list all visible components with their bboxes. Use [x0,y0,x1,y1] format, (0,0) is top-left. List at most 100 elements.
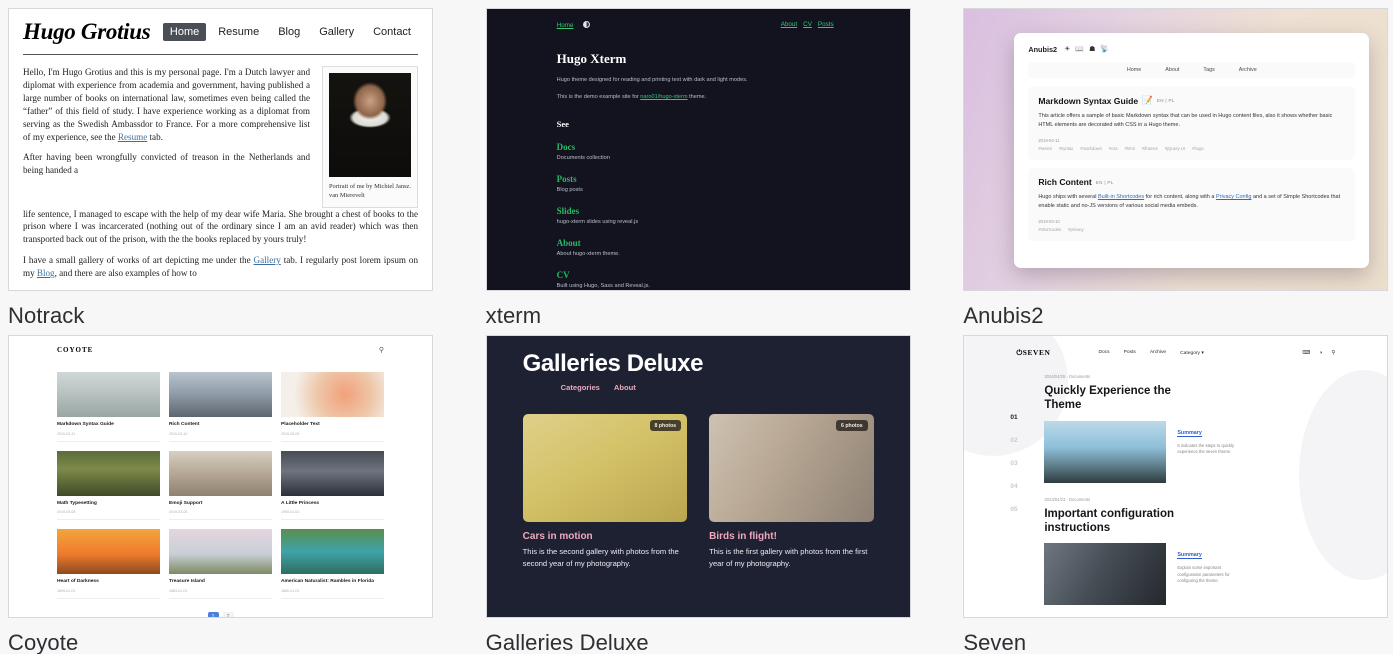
github-icon[interactable]: ☗ [1089,46,1095,53]
xterm-section-about[interactable]: About About hugo-xterm theme. [557,238,840,257]
search-icon[interactable]: ⚲ [1331,350,1335,356]
theme-preview-notrack[interactable]: Hugo Grotius Home Resume Blog Gallery Co… [8,8,433,291]
gallery-card[interactable]: 6 photos Birds in flight! This is the fi… [709,414,874,571]
list-item[interactable]: A Little Princess 1905-01-01 [281,450,384,521]
tag[interactable]: #hugo [1192,146,1204,151]
nav-item-about[interactable]: About [781,21,797,28]
nav-item-about[interactable]: About [614,383,636,392]
sun-icon[interactable]: ☀ [1064,46,1070,53]
post-image[interactable] [1044,420,1167,483]
card-title[interactable]: A Little Princess [281,501,384,508]
privacy-config-link[interactable]: Privacy Config [1216,194,1251,200]
nav-item-archive[interactable]: Archive [1150,350,1166,356]
post-title[interactable]: Rich Content EN | PL [1038,177,1345,187]
seven-post[interactable]: 2023/04/23 · Documents Important configu… [1044,497,1341,605]
list-item[interactable]: Emoji Support 2019-03-05 [169,450,272,521]
book-icon[interactable]: 📖 [1075,46,1084,53]
card-title[interactable]: Markdown Syntax Guide [57,422,160,429]
rail-number[interactable]: 05 [1010,506,1044,513]
gallery-card[interactable]: 8 photos Cars in motion This is the seco… [522,414,688,571]
repo-link[interactable]: naro01/hugo-xterm [640,94,687,100]
gallery-image[interactable]: 6 photos [709,414,874,522]
shortcodes-link[interactable]: Built-in Shortcodes [1098,194,1144,200]
rail-number[interactable]: 04 [1010,483,1044,490]
list-item[interactable]: Heart of Darkness 1899-01-01 [57,529,160,599]
theme-cell-seven[interactable]: ⏻SEVEN Docs Posts Archive Category ▾ ⌨ ◑… [963,335,1393,654]
theme-preview-anubis2[interactable]: Anubis2 ☀ 📖 ☗ 📡 Home About Tags Archive [963,8,1389,291]
tag[interactable]: #iframes [1142,146,1158,151]
nav-item-home[interactable]: Home [1127,67,1141,73]
gallery-image[interactable]: 8 photos [522,414,688,522]
tag[interactable]: #privacy [1068,227,1084,232]
post-image[interactable] [1044,543,1167,605]
section-title[interactable]: Posts [557,174,840,184]
summary-label[interactable]: Summary [1177,552,1202,559]
list-item[interactable]: Markdown Syntax Guide 2019-03-11 [57,372,160,442]
rail-number[interactable]: 03 [1010,460,1044,467]
nav-item-posts[interactable]: Posts [1124,350,1136,356]
section-title[interactable]: CV [557,270,840,280]
seven-toolbar[interactable]: ⌨ ◑ ⚲ [1302,350,1335,356]
theme-preview-galleries-deluxe[interactable]: Galleries Deluxe Categories About 8 phot… [485,335,911,618]
post-languages[interactable]: EN | PL [1096,180,1114,185]
rail-number[interactable]: 02 [1010,437,1044,444]
tag[interactable]: #series [1038,146,1052,151]
post-title[interactable]: Important configuration instructions [1044,507,1194,536]
galleries-nav[interactable]: Categories About [523,383,874,392]
search-icon[interactable]: ⚲ [379,346,384,354]
theme-cell-coyote[interactable]: COYOTE ⚲ Markdown Syntax Guide 2019-03-11… [8,335,438,654]
post-title[interactable]: Quickly Experience the Theme [1044,384,1194,413]
gallery-title[interactable]: Birds in flight! [709,531,874,542]
nav-item-posts[interactable]: Posts [818,21,834,28]
resume-link[interactable]: Resume [118,132,147,142]
nav-item-home[interactable]: Home [162,23,207,41]
list-item[interactable]: Rich Content 2019-03-10 [169,372,272,442]
page-button-2[interactable]: 2 [222,611,234,617]
translate-icon[interactable]: ⌨ [1302,350,1310,356]
card-title[interactable]: Rich Content [169,422,272,429]
tag[interactable]: #html [1125,146,1135,151]
blog-link[interactable]: Blog [37,268,55,278]
list-item[interactable]: Placeholder Text 2019-03-09 [281,372,384,442]
nav-item-about[interactable]: About [1165,67,1179,73]
seven-post[interactable]: 2024/04/25 · Documents Quickly Experienc… [1044,374,1341,483]
post-tags[interactable]: #series #syntax #markdown #css #html #if… [1038,146,1345,151]
nav-item-cv[interactable]: CV [803,21,812,28]
post-languages[interactable]: EN | PL [1157,98,1175,103]
rss-icon[interactable]: 📡 [1100,46,1109,53]
anubis2-nav[interactable]: Home About Tags Archive [1028,62,1356,78]
tag[interactable]: #jQuery-UI [1165,146,1185,151]
nav-item-gallery[interactable]: Gallery [312,23,361,41]
card-title[interactable]: American Naturalist: Rambles in Florida [281,579,384,586]
xterm-nav-left[interactable]: Home [557,21,591,29]
list-item[interactable]: American Naturalist: Rambles in Florida 1… [281,529,384,599]
nav-item-docs[interactable]: Docs [1098,350,1109,356]
theme-icon[interactable]: ◑ [1319,350,1322,356]
xterm-section-docs[interactable]: Docs Documents collection [557,142,840,161]
nav-item-blog[interactable]: Blog [271,23,307,41]
anubis2-post-card[interactable]: Rich Content EN | PL Hugo ships with sev… [1028,168,1356,242]
nav-item-category[interactable]: Category ▾ [1180,350,1204,356]
card-title[interactable]: Placeholder Text [281,422,384,429]
theme-cell-notrack[interactable]: Hugo Grotius Home Resume Blog Gallery Co… [8,8,438,335]
post-tags[interactable]: #shortcodes #privacy [1038,227,1345,232]
theme-preview-coyote[interactable]: COYOTE ⚲ Markdown Syntax Guide 2019-03-11… [8,335,433,618]
theme-cell-galleries-deluxe[interactable]: Galleries Deluxe Categories About 8 phot… [485,335,916,654]
card-title[interactable]: Heart of Darkness [57,579,160,586]
section-title[interactable]: About [557,238,840,248]
xterm-nav-right[interactable]: About CV Posts [781,21,840,29]
section-title[interactable]: Docs [557,142,840,152]
page-button-1[interactable]: 1 [207,611,219,617]
nav-item-tags[interactable]: Tags [1203,67,1214,73]
tag[interactable]: #shortcodes [1038,227,1061,232]
nav-item-home[interactable]: Home [557,22,574,29]
section-title[interactable]: Slides [557,206,840,216]
notrack-nav[interactable]: Home Resume Blog Gallery Contact [162,23,418,41]
xterm-section-posts[interactable]: Posts Blog posts [557,174,840,193]
anubis2-icon-row[interactable]: ☀ 📖 ☗ 📡 [1064,46,1109,53]
xterm-section-cv[interactable]: CV Built using Hugo, Sass and Reveal.js. [557,270,840,289]
list-item[interactable]: Math Typesetting 2019-03-08 [57,450,160,521]
nav-item-resume[interactable]: Resume [211,23,266,41]
seven-number-rail[interactable]: 01 02 03 04 05 [1010,374,1044,605]
card-title[interactable]: Math Typesetting [57,501,160,508]
